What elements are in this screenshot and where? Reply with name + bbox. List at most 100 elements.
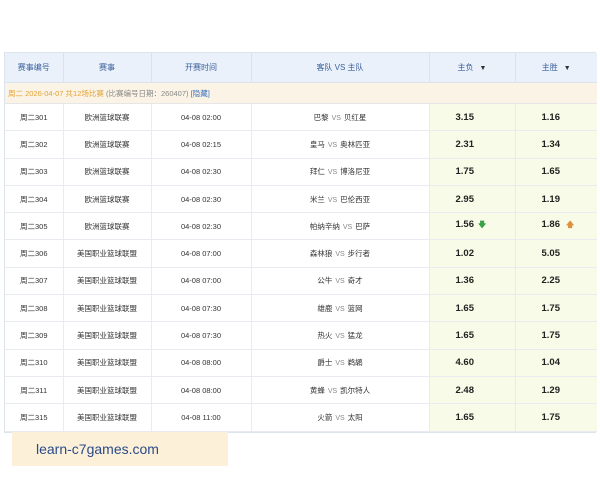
- caret-down-icon[interactable]: ▼: [480, 65, 487, 72]
- away-win-odds[interactable]: 2.48: [429, 376, 516, 405]
- away-team[interactable]: 皇马: [310, 140, 325, 149]
- col-header-league: 赛事: [63, 53, 152, 83]
- league-cell[interactable]: 欧洲篮球联赛: [63, 130, 152, 159]
- away-win-odds[interactable]: 1.75: [429, 158, 516, 186]
- table-row: 周二315 美国职业篮球联盟 04-08 11:00 火箭 VS 太阳 1.65 1.75: [5, 403, 597, 432]
- teams-cell: 巴黎 VS 贝红星: [251, 103, 430, 132]
- away-team[interactable]: 森林狼: [310, 249, 333, 258]
- away-team[interactable]: 拜仁: [310, 167, 325, 176]
- away-win-odds-value: 1.75: [455, 166, 475, 178]
- away-win-odds[interactable]: 2.95: [429, 185, 516, 214]
- vs-label: VS: [335, 278, 345, 286]
- away-team[interactable]: 公牛: [317, 276, 332, 285]
- start-time-cell: 04-08 08:00: [151, 349, 252, 377]
- home-team[interactable]: 鹈鹕: [348, 358, 363, 367]
- home-win-odds[interactable]: 1.75: [515, 321, 597, 350]
- home-win-odds-value: 5.05: [541, 248, 561, 260]
- col-header-start-time: 开赛时间: [151, 53, 252, 83]
- away-team[interactable]: 帕纳辛纳: [310, 222, 340, 231]
- league-cell[interactable]: 欧洲篮球联赛: [63, 212, 152, 241]
- league-cell[interactable]: 美国职业篮球联盟: [63, 403, 152, 432]
- home-win-odds[interactable]: 2.25: [515, 267, 597, 296]
- arrow-up-icon: 🡅: [566, 220, 575, 230]
- table-row: 周二301 欧洲篮球联赛 04-08 02:00 巴黎 VS 贝红星 3.15 1.16: [5, 103, 597, 132]
- teams-cell: 热火 VS 猛龙: [251, 321, 430, 350]
- home-win-odds[interactable]: 1.16: [515, 103, 597, 132]
- league-cell[interactable]: 美国职业篮球联盟: [63, 267, 152, 296]
- start-time-cell: 04-08 02:00: [151, 103, 252, 132]
- hide-group-link[interactable]: [隐藏]: [191, 89, 210, 98]
- away-win-odds[interactable]: 1.02: [429, 239, 516, 268]
- away-win-odds-value: 1.65: [455, 330, 475, 342]
- away-win-odds[interactable]: 4.60: [429, 349, 516, 377]
- league-cell[interactable]: 美国职业篮球联盟: [63, 239, 152, 268]
- group-header: 周二 2026-04-07 共12场比赛 (比赛编号日期：260407) [隐藏…: [5, 82, 597, 104]
- away-win-odds[interactable]: 1.36: [429, 267, 516, 296]
- home-win-odds-value: 1.16: [541, 111, 561, 123]
- league-cell[interactable]: 美国职业篮球联盟: [63, 376, 152, 405]
- away-win-odds[interactable]: 1.65: [429, 294, 516, 323]
- away-win-odds[interactable]: 1.65: [429, 321, 516, 350]
- home-win-odds[interactable]: 1.19: [515, 185, 597, 214]
- col-header-away-win[interactable]: 主负 ▼: [429, 53, 516, 83]
- home-team[interactable]: 奇才: [348, 276, 363, 285]
- home-team[interactable]: 巴伦西亚: [340, 195, 370, 204]
- away-team[interactable]: 火箭: [317, 413, 332, 422]
- caret-down-icon[interactable]: ▼: [564, 65, 571, 72]
- home-win-odds[interactable]: 1.04: [515, 349, 597, 377]
- vs-label: VS: [327, 169, 338, 177]
- away-team[interactable]: 爵士: [317, 358, 332, 367]
- group-date: 周二 2026-04-07: [8, 88, 64, 98]
- away-win-odds-value: 2.48: [455, 384, 475, 396]
- away-win-odds-value: 4.60: [455, 357, 475, 369]
- home-win-odds[interactable]: 1.34: [515, 130, 597, 159]
- league-cell[interactable]: 欧洲篮球联赛: [63, 158, 152, 186]
- match-no-cell: 周二301: [5, 103, 64, 132]
- away-team[interactable]: 热火: [317, 331, 332, 340]
- home-team[interactable]: 篮网: [348, 304, 363, 313]
- home-win-odds[interactable]: 1.75: [515, 294, 597, 323]
- away-win-odds[interactable]: 3.15: [429, 103, 516, 132]
- home-team[interactable]: 博洛尼亚: [340, 167, 370, 176]
- home-win-odds[interactable]: 1.29: [515, 376, 597, 405]
- home-team[interactable]: 凯尔特人: [340, 386, 370, 395]
- start-time-cell: 04-08 07:30: [151, 321, 252, 350]
- away-team[interactable]: 雄鹿: [317, 304, 332, 313]
- home-team[interactable]: 步行者: [348, 249, 371, 258]
- home-team[interactable]: 太阳: [348, 413, 363, 422]
- match-no-cell: 周二305: [5, 212, 64, 241]
- league-cell[interactable]: 欧洲篮球联赛: [63, 185, 152, 214]
- vs-label: VS: [335, 414, 345, 422]
- arrow-down-icon: 🡇: [478, 220, 487, 230]
- home-win-odds[interactable]: 5.05: [515, 239, 597, 268]
- teams-cell: 爵士 VS 鹈鹕: [251, 349, 430, 377]
- col-header-home-win[interactable]: 主胜 ▼: [515, 53, 597, 83]
- away-win-odds[interactable]: 2.31: [429, 130, 516, 159]
- away-team[interactable]: 黄蜂: [310, 386, 325, 395]
- vs-label: VS: [327, 141, 338, 149]
- home-win-odds[interactable]: 1.65: [515, 158, 597, 186]
- away-win-odds-value: 1.56: [455, 219, 475, 231]
- league-cell[interactable]: 美国职业篮球联盟: [63, 321, 152, 350]
- home-team[interactable]: 巴萨: [355, 222, 370, 231]
- match-no-cell: 周二310: [5, 349, 64, 377]
- away-win-odds[interactable]: 1.65: [429, 403, 516, 432]
- away-team[interactable]: 米兰: [310, 195, 325, 204]
- home-win-odds[interactable]: 1.86 🡅: [515, 212, 597, 241]
- vs-label: VS: [327, 387, 338, 395]
- start-time-cell: 04-08 02:30: [151, 212, 252, 241]
- group-header-row: 周二 2026-04-07 共12场比赛 (比赛编号日期：260407) [隐藏…: [5, 82, 597, 104]
- home-team[interactable]: 猛龙: [348, 331, 363, 340]
- away-team[interactable]: 巴黎: [314, 113, 329, 122]
- home-win-odds[interactable]: 1.75: [515, 403, 597, 432]
- league-cell[interactable]: 美国职业篮球联盟: [63, 294, 152, 323]
- teams-cell: 帕纳辛纳 VS 巴萨: [251, 212, 430, 241]
- table-row: 周二304 欧洲篮球联赛 04-08 02:30 米兰 VS 巴伦西亚 2.95 1.19: [5, 185, 597, 214]
- home-team[interactable]: 奥林匹亚: [340, 140, 370, 149]
- teams-cell: 火箭 VS 太阳: [251, 403, 430, 432]
- vs-label: VS: [331, 114, 341, 122]
- home-team[interactable]: 贝红星: [344, 113, 367, 122]
- league-cell[interactable]: 欧洲篮球联赛: [63, 103, 152, 132]
- league-cell[interactable]: 美国职业篮球联盟: [63, 349, 152, 377]
- away-win-odds[interactable]: 1.56 🡇: [429, 212, 516, 241]
